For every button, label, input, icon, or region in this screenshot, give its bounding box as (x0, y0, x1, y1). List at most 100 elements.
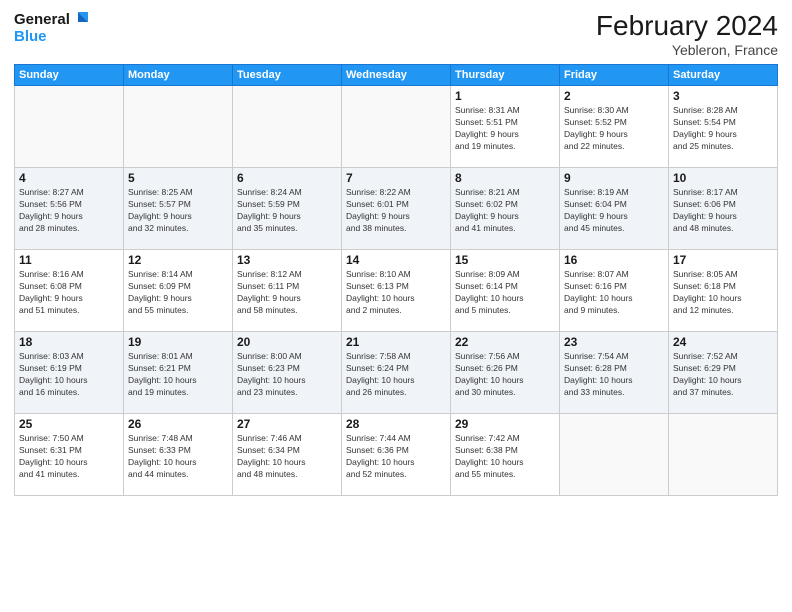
day-info: Sunrise: 7:56 AMSunset: 6:26 PMDaylight:… (455, 351, 555, 399)
day-info: Sunrise: 7:48 AMSunset: 6:33 PMDaylight:… (128, 433, 228, 481)
day-number: 12 (128, 253, 228, 267)
day-number: 28 (346, 417, 446, 431)
day-cell: 21 Sunrise: 7:58 AMSunset: 6:24 PMDayligh… (342, 332, 451, 414)
day-info: Sunrise: 8:05 AMSunset: 6:18 PMDaylight:… (673, 269, 773, 317)
day-cell (669, 414, 778, 496)
day-info: Sunrise: 8:24 AMSunset: 5:59 PMDaylight:… (237, 187, 337, 235)
day-cell: 14 Sunrise: 8:10 AMSunset: 6:13 PMDayligh… (342, 250, 451, 332)
day-cell: 19 Sunrise: 8:01 AMSunset: 6:21 PMDayligh… (124, 332, 233, 414)
day-cell: 9 Sunrise: 8:19 AMSunset: 6:04 PMDaylight… (560, 168, 669, 250)
day-cell: 17 Sunrise: 8:05 AMSunset: 6:18 PMDayligh… (669, 250, 778, 332)
day-number: 7 (346, 171, 446, 185)
day-info: Sunrise: 7:42 AMSunset: 6:38 PMDaylight:… (455, 433, 555, 481)
logo-general: General (14, 11, 70, 28)
day-number: 18 (19, 335, 119, 349)
day-number: 13 (237, 253, 337, 267)
day-number: 26 (128, 417, 228, 431)
day-cell: 20 Sunrise: 8:00 AMSunset: 6:23 PMDayligh… (233, 332, 342, 414)
day-number: 20 (237, 335, 337, 349)
day-cell: 12 Sunrise: 8:14 AMSunset: 6:09 PMDayligh… (124, 250, 233, 332)
day-cell: 16Sunrise: 8:07 AMSunset: 6:16 PMDayligh… (560, 250, 669, 332)
day-info: Sunrise: 8:10 AMSunset: 6:13 PMDaylight:… (346, 269, 446, 317)
calendar: SundayMondayTuesdayWednesdayThursdayFrid… (14, 64, 778, 496)
logo: General Blue (14, 10, 90, 45)
day-info: Sunrise: 8:01 AMSunset: 6:21 PMDaylight:… (128, 351, 228, 399)
day-cell: 7Sunrise: 8:22 AMSunset: 6:01 PMDaylight… (342, 168, 451, 250)
week-row-1: 1 Sunrise: 8:31 AMSunset: 5:51 PMDaylight… (15, 86, 778, 168)
day-info: Sunrise: 8:19 AMSunset: 6:04 PMDaylight:… (564, 187, 664, 235)
day-cell: 11 Sunrise: 8:16 AMSunset: 6:08 PMDayligh… (15, 250, 124, 332)
day-info: Sunrise: 8:31 AMSunset: 5:51 PMDaylight:… (455, 105, 555, 153)
day-cell: 13 Sunrise: 8:12 AMSunset: 6:11 PMDayligh… (233, 250, 342, 332)
logo-arrow-icon (72, 10, 90, 28)
day-cell: 15 Sunrise: 8:09 AMSunset: 6:14 PMDayligh… (451, 250, 560, 332)
week-row-5: 25 Sunrise: 7:50 AMSunset: 6:31 PMDayligh… (15, 414, 778, 496)
day-cell: 24Sunrise: 7:52 AMSunset: 6:29 PMDayligh… (669, 332, 778, 414)
day-number: 25 (19, 417, 119, 431)
day-cell: 1 Sunrise: 8:31 AMSunset: 5:51 PMDaylight… (451, 86, 560, 168)
day-cell: 26 Sunrise: 7:48 AMSunset: 6:33 PMDayligh… (124, 414, 233, 496)
day-info: Sunrise: 8:00 AMSunset: 6:23 PMDaylight:… (237, 351, 337, 399)
header-monday: Monday (124, 65, 233, 86)
day-number: 8 (455, 171, 555, 185)
day-number: 27 (237, 417, 337, 431)
day-cell: 29 Sunrise: 7:42 AMSunset: 6:38 PMDayligh… (451, 414, 560, 496)
header-friday: Friday (560, 65, 669, 86)
day-cell: 8 Sunrise: 8:21 AMSunset: 6:02 PMDaylight… (451, 168, 560, 250)
header-tuesday: Tuesday (233, 65, 342, 86)
day-number: 19 (128, 335, 228, 349)
logo-blue: Blue (14, 28, 47, 45)
day-number: 17 (673, 253, 773, 267)
day-number: 4 (19, 171, 119, 185)
day-info: Sunrise: 8:27 AMSunset: 5:56 PMDaylight:… (19, 187, 119, 235)
day-number: 10 (673, 171, 773, 185)
day-number: 9 (564, 171, 664, 185)
day-number: 15 (455, 253, 555, 267)
day-info: Sunrise: 7:50 AMSunset: 6:31 PMDaylight:… (19, 433, 119, 481)
day-info: Sunrise: 8:14 AMSunset: 6:09 PMDaylight:… (128, 269, 228, 317)
calendar-header-row: SundayMondayTuesdayWednesdayThursdayFrid… (15, 65, 778, 86)
day-info: Sunrise: 8:12 AMSunset: 6:11 PMDaylight:… (237, 269, 337, 317)
week-row-3: 11 Sunrise: 8:16 AMSunset: 6:08 PMDayligh… (15, 250, 778, 332)
header-wednesday: Wednesday (342, 65, 451, 86)
day-info: Sunrise: 8:28 AMSunset: 5:54 PMDaylight:… (673, 105, 773, 153)
day-cell: 25 Sunrise: 7:50 AMSunset: 6:31 PMDayligh… (15, 414, 124, 496)
day-cell: 27 Sunrise: 7:46 AMSunset: 6:34 PMDayligh… (233, 414, 342, 496)
day-number: 29 (455, 417, 555, 431)
day-number: 21 (346, 335, 446, 349)
day-cell: 23Sunrise: 7:54 AMSunset: 6:28 PMDayligh… (560, 332, 669, 414)
day-cell: 4 Sunrise: 8:27 AMSunset: 5:56 PMDaylight… (15, 168, 124, 250)
day-info: Sunrise: 7:44 AMSunset: 6:36 PMDaylight:… (346, 433, 446, 481)
day-cell (342, 86, 451, 168)
day-number: 1 (455, 89, 555, 103)
day-number: 11 (19, 253, 119, 267)
day-info: Sunrise: 8:16 AMSunset: 6:08 PMDaylight:… (19, 269, 119, 317)
day-cell: 6 Sunrise: 8:24 AMSunset: 5:59 PMDaylight… (233, 168, 342, 250)
day-info: Sunrise: 8:30 AMSunset: 5:52 PMDaylight:… (564, 105, 664, 153)
day-info: Sunrise: 7:46 AMSunset: 6:34 PMDaylight:… (237, 433, 337, 481)
day-number: 6 (237, 171, 337, 185)
location: Yebleron, France (596, 42, 778, 58)
day-info: Sunrise: 8:09 AMSunset: 6:14 PMDaylight:… (455, 269, 555, 317)
day-cell (233, 86, 342, 168)
day-info: Sunrise: 7:54 AMSunset: 6:28 PMDaylight:… (564, 351, 664, 399)
header: General Blue February 2024 Yebleron, Fra… (14, 10, 778, 58)
day-cell (124, 86, 233, 168)
day-info: Sunrise: 8:03 AMSunset: 6:19 PMDaylight:… (19, 351, 119, 399)
day-number: 3 (673, 89, 773, 103)
day-number: 14 (346, 253, 446, 267)
day-info: Sunrise: 7:52 AMSunset: 6:29 PMDaylight:… (673, 351, 773, 399)
day-cell (15, 86, 124, 168)
header-saturday: Saturday (669, 65, 778, 86)
day-info: Sunrise: 7:58 AMSunset: 6:24 PMDaylight:… (346, 351, 446, 399)
day-info: Sunrise: 8:21 AMSunset: 6:02 PMDaylight:… (455, 187, 555, 235)
day-info: Sunrise: 8:25 AMSunset: 5:57 PMDaylight:… (128, 187, 228, 235)
title-block: February 2024 Yebleron, France (596, 10, 778, 58)
day-cell: 2Sunrise: 8:30 AMSunset: 5:52 PMDaylight… (560, 86, 669, 168)
week-row-2: 4 Sunrise: 8:27 AMSunset: 5:56 PMDaylight… (15, 168, 778, 250)
month-title: February 2024 (596, 10, 778, 42)
day-info: Sunrise: 8:17 AMSunset: 6:06 PMDaylight:… (673, 187, 773, 235)
day-cell: 3 Sunrise: 8:28 AMSunset: 5:54 PMDaylight… (669, 86, 778, 168)
day-number: 22 (455, 335, 555, 349)
day-cell: 10 Sunrise: 8:17 AMSunset: 6:06 PMDayligh… (669, 168, 778, 250)
